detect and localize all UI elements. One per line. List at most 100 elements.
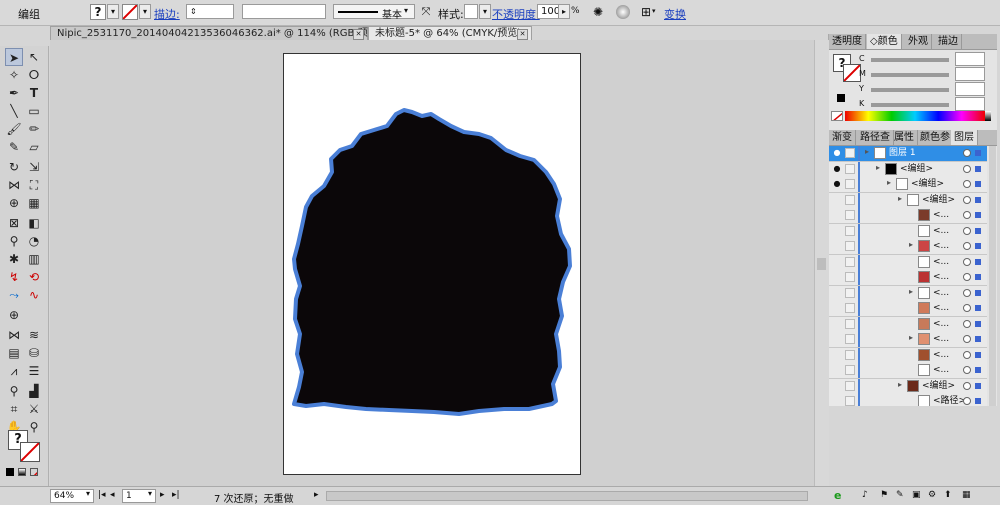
slider-track[interactable] <box>871 88 949 92</box>
target-circle-icon[interactable] <box>963 211 971 219</box>
tab-color[interactable]: ◇颜色 <box>867 34 902 49</box>
lasso-tool-icon[interactable]: ⵔ <box>25 66 43 84</box>
align-tool-icon[interactable]: ☰ <box>25 362 43 380</box>
selection-square-icon[interactable] <box>975 181 981 187</box>
selection-square-icon[interactable] <box>975 150 981 156</box>
tab-transparency[interactable]: 透明度 <box>829 34 866 49</box>
selection-square-icon[interactable] <box>975 382 981 389</box>
selection-square-icon[interactable] <box>975 274 981 280</box>
yellow-input[interactable] <box>955 82 985 96</box>
target-circle-icon[interactable] <box>963 397 971 405</box>
gradient-tool-icon[interactable]: ◧ <box>25 214 43 232</box>
none-swatch-icon[interactable] <box>831 111 843 121</box>
lock-toggle[interactable] <box>845 272 855 282</box>
layer-row[interactable]: ▸ <... <box>829 239 987 255</box>
tab-layers[interactable]: 图层 <box>951 130 978 145</box>
selection-square-icon[interactable] <box>975 351 981 358</box>
selection-square-icon[interactable] <box>975 196 981 203</box>
direct-selection-tool-icon[interactable]: ↖ <box>25 48 43 66</box>
cyan-input[interactable] <box>955 52 985 66</box>
target-circle-icon[interactable] <box>963 195 971 204</box>
target-circle-icon[interactable] <box>963 381 971 390</box>
column-graph-tool-icon[interactable]: ▥ <box>25 250 43 268</box>
visibility-eye-icon[interactable] <box>832 210 842 220</box>
tray-icon[interactable]: ⬆ <box>944 490 952 500</box>
paintbrush-tool-icon[interactable]: 🖌 <box>5 120 23 138</box>
lock-toggle[interactable] <box>845 380 855 391</box>
lock-toggle[interactable] <box>845 241 855 251</box>
visibility-eye-icon[interactable] <box>832 319 842 329</box>
curvature-tool-icon[interactable]: ⟲ <box>25 268 43 286</box>
bar-graph-tool-icon[interactable]: ▟ <box>25 382 43 400</box>
layer-row[interactable]: ● ▸ <编组> <box>829 161 987 178</box>
tray-icon[interactable]: ▦ <box>962 490 971 500</box>
lock-toggle[interactable] <box>845 179 855 189</box>
gradient-mode-icon[interactable] <box>18 468 26 476</box>
tab-pathfinder[interactable]: 路径查 <box>857 130 894 145</box>
opacity-dropdown-icon[interactable]: ▸ <box>558 4 570 19</box>
type-tool-icon[interactable]: T <box>25 84 43 102</box>
artboard-tool-icon[interactable]: ⌗ <box>5 400 23 418</box>
live-paint-tool-icon[interactable]: ⛁ <box>25 344 43 362</box>
align-dropdown-icon[interactable]: ▾ <box>652 7 656 15</box>
eyedropper-tool-icon[interactable]: ⚲ <box>5 232 23 250</box>
magenta-input[interactable] <box>955 67 985 81</box>
target-circle-icon[interactable] <box>963 180 971 188</box>
lock-toggle[interactable] <box>845 210 855 220</box>
lock-toggle[interactable] <box>845 225 855 236</box>
stroke-color-none-icon[interactable] <box>20 442 40 462</box>
lock-toggle[interactable] <box>845 334 855 344</box>
tab-attributes[interactable]: 属性 <box>891 130 918 145</box>
visibility-eye-icon[interactable] <box>832 381 842 391</box>
eyedropper-measure-tool-icon[interactable]: ⚲ <box>5 382 23 400</box>
selection-square-icon[interactable] <box>975 289 981 296</box>
chart-line-tool-icon[interactable]: ⩘ <box>5 362 23 380</box>
visibility-eye-icon[interactable] <box>832 288 842 298</box>
expand-triangle-icon[interactable]: ▸ <box>909 240 913 249</box>
slice-tool-icon[interactable]: ⚔ <box>25 400 43 418</box>
pencil-tool-icon[interactable]: ✏ <box>25 120 43 138</box>
visibility-eye-icon[interactable]: ● <box>832 164 842 174</box>
lock-toggle[interactable] <box>845 303 855 313</box>
line-tool-icon[interactable]: ╲ <box>5 102 23 120</box>
expand-triangle-icon[interactable]: ▸ <box>898 194 902 203</box>
visibility-eye-icon[interactable] <box>832 303 842 313</box>
variable-width-select[interactable] <box>242 4 326 19</box>
stroke-weight-input[interactable]: ⇕ <box>186 4 234 19</box>
visibility-eye-icon[interactable] <box>832 226 842 236</box>
style-swatch[interactable] <box>464 4 478 19</box>
visibility-eye-icon[interactable] <box>832 365 842 375</box>
magic-wand-tool-icon[interactable]: ✧ <box>5 66 23 84</box>
lock-toggle[interactable] <box>845 194 855 205</box>
selection-square-icon[interactable] <box>975 398 981 404</box>
join-tool-icon[interactable]: ⤳ <box>5 286 23 304</box>
layer-row[interactable]: <... <box>829 347 987 364</box>
tray-icon[interactable]: ♪ <box>862 490 868 500</box>
layer-row[interactable]: <路径> <box>829 394 987 406</box>
close-icon[interactable]: ✕ <box>517 29 528 40</box>
width-tool-icon[interactable]: ⋈ <box>5 176 23 194</box>
lock-toggle[interactable] <box>845 396 855 406</box>
tray-icon[interactable]: ▣ <box>912 490 921 500</box>
target-circle-icon[interactable] <box>963 164 971 173</box>
visibility-eye-icon[interactable] <box>832 195 842 205</box>
layer-row[interactable]: ▸ <编组> <box>829 378 987 395</box>
envelope-tool-icon[interactable]: ⋈ <box>5 326 23 344</box>
lock-toggle[interactable] <box>845 163 855 174</box>
target-circle-icon[interactable] <box>963 226 971 235</box>
slider-track[interactable] <box>871 58 949 62</box>
selection-square-icon[interactable] <box>975 227 981 234</box>
perspective-grid-tool-icon[interactable]: ▦ <box>25 194 43 212</box>
layer-row[interactable]: ▸ <... <box>829 332 987 348</box>
expand-triangle-icon[interactable]: ▸ <box>887 178 891 187</box>
tray-app-icon[interactable]: e <box>834 489 841 502</box>
layer-row[interactable]: <... <box>829 270 987 286</box>
selection-square-icon[interactable] <box>975 320 981 327</box>
isolate-group-icon[interactable] <box>616 5 630 19</box>
target-circle-icon[interactable] <box>963 366 971 374</box>
scale-tool-icon[interactable]: ⇲ <box>25 158 43 176</box>
rotate-tool-icon[interactable]: ↻ <box>5 158 23 176</box>
layer-row[interactable]: <... <box>829 363 987 379</box>
canvas-vertical-scrollbar[interactable] <box>814 40 829 486</box>
layer-row[interactable]: ▸ <编组> <box>829 192 987 209</box>
